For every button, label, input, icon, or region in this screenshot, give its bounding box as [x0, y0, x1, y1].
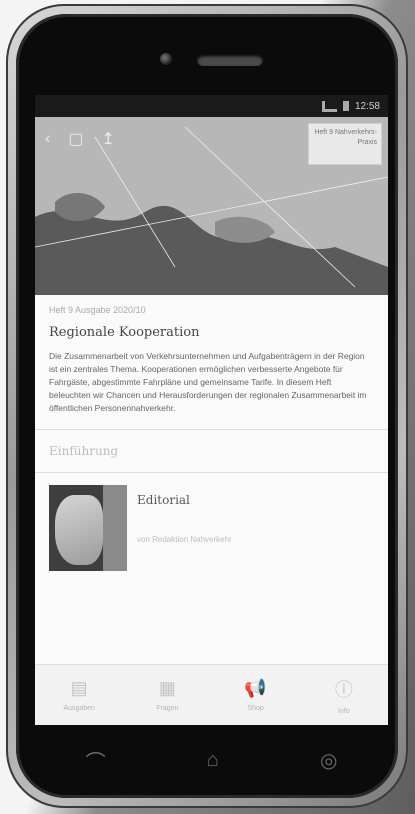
- hardware-buttons: ⌒ ⌂ ◎: [35, 730, 388, 790]
- bookmark-icon[interactable]: ▢: [68, 129, 83, 149]
- share-icon[interactable]: ↥: [101, 129, 114, 149]
- nav-fragen[interactable]: ▦ Fragen: [127, 678, 207, 712]
- earpiece-speaker: [197, 54, 263, 66]
- article-thumbnail: [49, 485, 127, 571]
- issue-badge[interactable]: Heft 9 Nahverkehrs-Praxis: [308, 123, 382, 165]
- hardware-recent-button[interactable]: ◎: [320, 748, 337, 773]
- hardware-back-button[interactable]: ⌒: [86, 746, 106, 775]
- front-camera: [160, 53, 172, 65]
- grid-icon: ▦: [158, 678, 176, 698]
- status-bar: 12:58: [35, 95, 388, 117]
- nav-label: Fragen: [156, 705, 179, 712]
- article-body: Die Zusammenarbeit von Verkehrsunternehm…: [49, 351, 367, 413]
- info-icon: ⓘ: [334, 679, 353, 700]
- nav-label: Shop: [247, 705, 264, 712]
- nav-label: Info: [338, 707, 350, 715]
- article-content: Heft 9 Ausgabe 2020/10 Regionale Koopera…: [35, 295, 388, 571]
- back-button[interactable]: ‹: [45, 130, 50, 148]
- article-headline: Regionale Kooperation: [49, 325, 200, 340]
- nav-label: Ausgaben: [63, 705, 95, 712]
- section-title: Einführung: [49, 444, 119, 458]
- hero-image: ‹ ▢ ↥ Heft 9 Nahverkehrs-Praxis: [35, 117, 388, 295]
- battery-icon: [342, 101, 349, 111]
- list-item-author: von Redaktion Nahverkehr: [137, 535, 232, 544]
- article-kicker: Heft 9 Ausgabe 2020/10: [49, 305, 146, 315]
- nav-shop[interactable]: 📢 Shop: [216, 678, 296, 712]
- megaphone-icon: 📢: [244, 678, 267, 698]
- nav-info[interactable]: ⓘ Info: [304, 676, 384, 715]
- signal-icon: [321, 100, 337, 112]
- phone-screen: 12:58 ‹ ▢ ↥ Heft 9 Nahverkehrs-Praxis He…: [35, 95, 388, 725]
- status-time: 12:58: [354, 100, 380, 112]
- nav-ausgaben[interactable]: ▤ Ausgaben: [39, 678, 119, 712]
- list-item[interactable]: Editorial von Redaktion Nahverkehr: [49, 473, 374, 571]
- list-item-title: Editorial: [137, 493, 190, 507]
- library-icon: ▤: [70, 678, 88, 698]
- bottom-navigation: ▤ Ausgaben ▦ Fragen 📢 Shop ⓘ Info: [35, 664, 388, 725]
- hardware-home-button[interactable]: ⌂: [207, 749, 219, 772]
